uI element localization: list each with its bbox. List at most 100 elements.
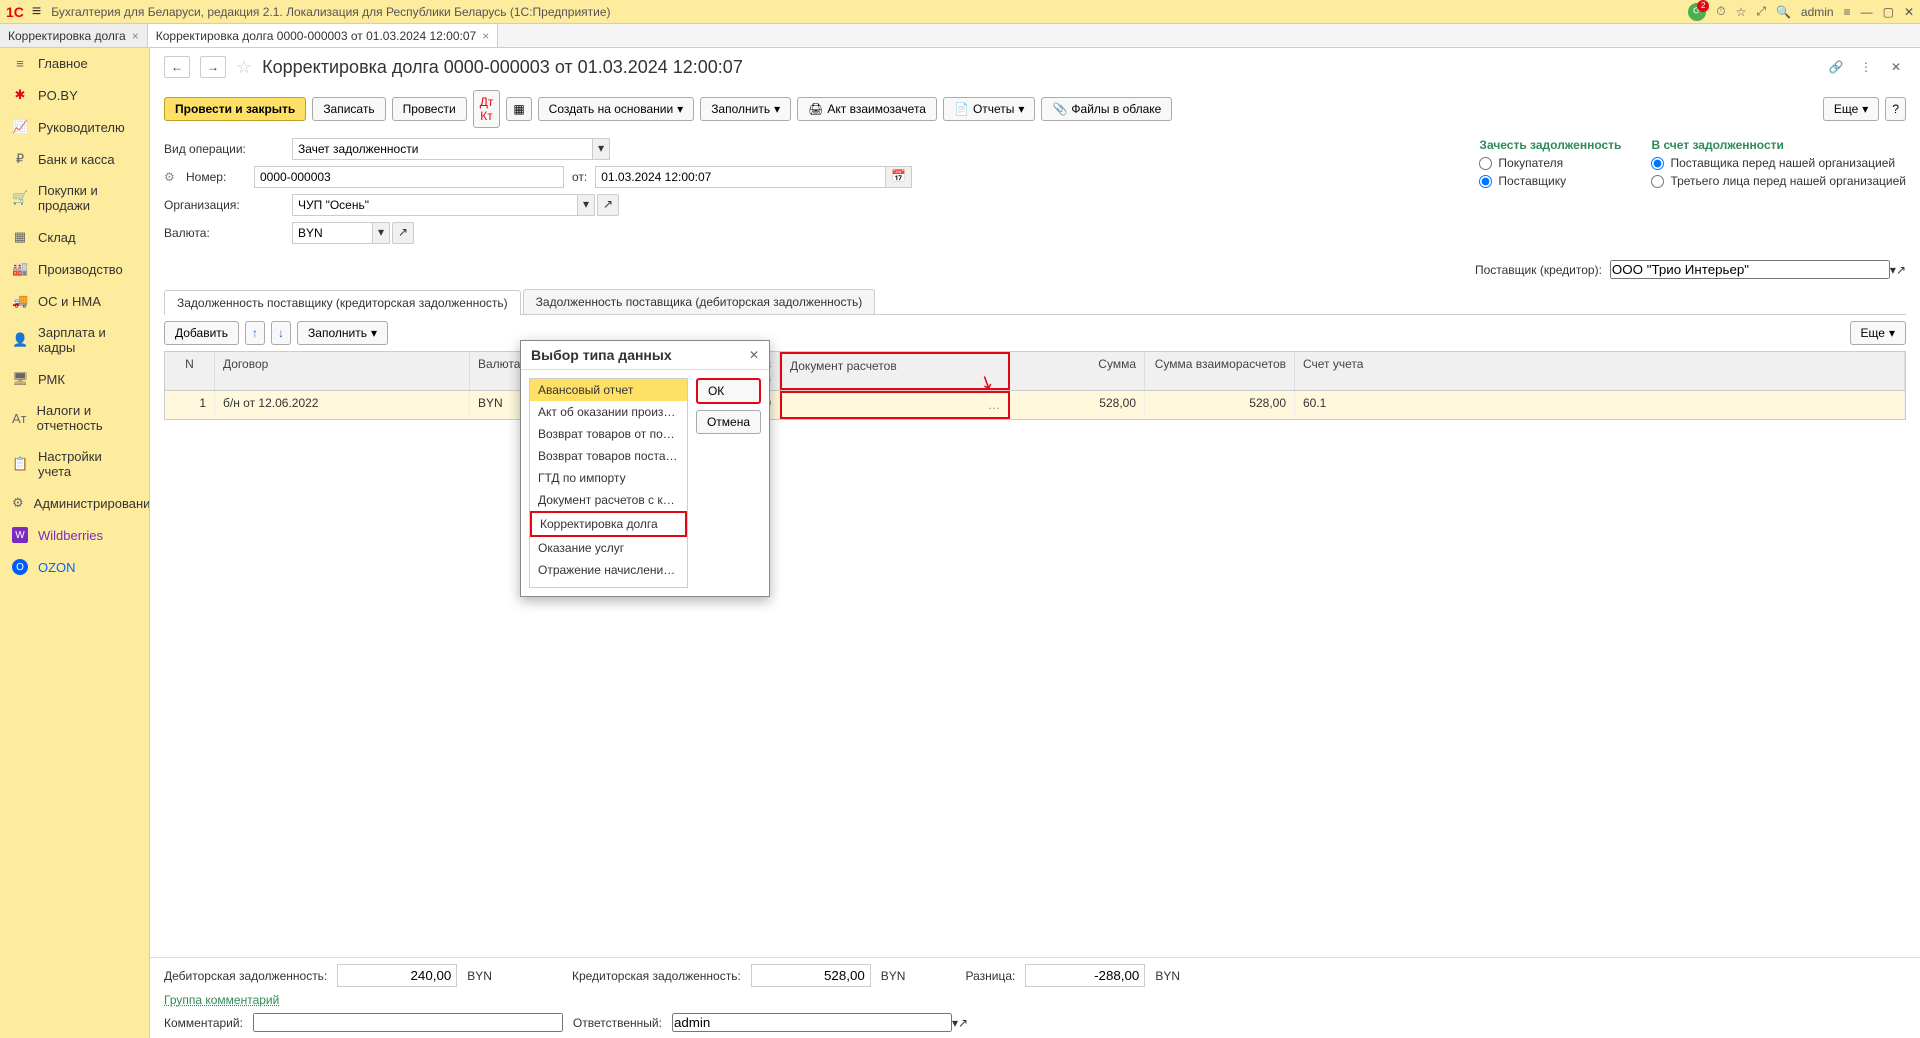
dropdown-icon[interactable]: ▾ (577, 194, 595, 216)
cred-input[interactable] (751, 964, 871, 987)
tab-correction[interactable]: Корректировка долга × (0, 24, 148, 47)
th-sum-settlements[interactable]: Сумма взаиморасчетов (1145, 352, 1295, 390)
act-button[interactable]: 🖨 Акт взаимозачета (797, 97, 937, 121)
op-input[interactable] (292, 138, 592, 160)
supplier-input[interactable] (1610, 260, 1890, 279)
ok-button[interactable]: ОК (696, 378, 761, 404)
list-item[interactable]: Отражение НДС к вычету (530, 581, 687, 588)
radio-supplier[interactable]: Поставщику (1479, 174, 1621, 188)
cur-input[interactable] (292, 222, 372, 244)
minimize-icon[interactable]: — (1861, 5, 1873, 19)
sidebar-item-sales[interactable]: 🛒Покупки и продажи (0, 175, 149, 221)
sidebar-item-admin[interactable]: ⚙Администрирование (0, 487, 149, 519)
more-icon[interactable]: ⋮ (1856, 60, 1876, 74)
sidebar-item-taxes[interactable]: АᴛНалоги и отчетность (0, 395, 149, 441)
th-contract[interactable]: Договор (215, 352, 470, 390)
move-down-button[interactable]: ↓ (271, 321, 291, 345)
sidebar-item-manager[interactable]: 📈Руководителю (0, 111, 149, 143)
link-icon[interactable]: 🔗 (1826, 60, 1846, 74)
th-n[interactable]: N (165, 352, 215, 390)
tab-close-icon[interactable]: × (132, 29, 139, 43)
modal-close-icon[interactable]: ✕ (749, 348, 759, 362)
open-icon[interactable]: ↗ (597, 194, 619, 216)
sidebar-item-production[interactable]: 🏭Производство (0, 253, 149, 285)
type-list[interactable]: Авансовый отчет Акт об оказании производ… (529, 378, 688, 588)
radio-our-org[interactable]: Поставщика перед нашей организацией (1651, 156, 1906, 170)
fill-button[interactable]: Заполнить ▾ (700, 97, 791, 121)
cancel-button[interactable]: Отмена (696, 410, 761, 434)
sidebar-item-rmk[interactable]: 🖥РМК (0, 363, 149, 395)
notification-icon[interactable]: ⟳2 (1688, 3, 1706, 21)
comment-input[interactable] (253, 1013, 563, 1032)
table-row[interactable]: 1 б/н от 12.06.2022 BYN 1,0000 … 528,00 … (165, 391, 1905, 419)
radio-buyer[interactable]: Покупателя (1479, 156, 1621, 170)
tab-correction-doc[interactable]: Корректировка долга 0000-000003 от 01.03… (148, 24, 498, 47)
star-icon[interactable]: ☆ (1736, 5, 1747, 19)
create-based-button[interactable]: Создать на основании ▾ (538, 97, 695, 121)
post-close-button[interactable]: Провести и закрыть (164, 97, 306, 121)
th-account[interactable]: Счет учета (1295, 352, 1905, 390)
th-sum[interactable]: Сумма (1010, 352, 1145, 390)
tab-creditor-debt[interactable]: Задолженность поставщику (кредиторская з… (164, 290, 521, 315)
list-item[interactable]: Документ расчетов с контраг... (530, 489, 687, 511)
cell-doc[interactable]: … (780, 391, 1010, 419)
files-button[interactable]: 📎 Файлы в облаке (1041, 97, 1172, 121)
ellipsis-icon[interactable]: … (988, 398, 1000, 412)
sidebar-item-wildberries[interactable]: WWildberries (0, 519, 149, 551)
post-button[interactable]: Провести (392, 97, 467, 121)
open-icon[interactable]: ↗ (392, 222, 414, 244)
dropdown-icon[interactable]: ▾ (592, 138, 610, 160)
list-item[interactable]: ГТД по импорту (530, 467, 687, 489)
menu-icon[interactable]: ≡ (32, 3, 41, 21)
cell-sum[interactable]: 528,00 (1010, 391, 1145, 419)
calendar-icon[interactable]: 📅 (885, 166, 912, 188)
help-button[interactable]: ? (1885, 97, 1906, 121)
tab-close-icon[interactable]: × (482, 29, 489, 43)
list-item[interactable]: Отражение начисления НДС (530, 559, 687, 581)
diff-input[interactable] (1025, 964, 1145, 987)
open-icon[interactable]: ↗ (958, 1016, 968, 1030)
history-icon[interactable]: ⏱ (1716, 4, 1725, 19)
nav-forward-button[interactable]: → (200, 56, 226, 78)
open-icon[interactable]: ↗ (1896, 263, 1906, 277)
cell-account[interactable]: 60.1 (1295, 391, 1905, 419)
more-table-button[interactable]: Еще ▾ (1850, 321, 1906, 345)
sidebar-item-assets[interactable]: 🚚ОС и НМА (0, 285, 149, 317)
cell-n[interactable]: 1 (165, 391, 215, 419)
reports-button[interactable]: 📄 Отчеты ▾ (943, 97, 1035, 121)
sidebar-item-ozon[interactable]: OOZON (0, 551, 149, 583)
add-button[interactable]: Добавить (164, 321, 239, 345)
fill-table-button[interactable]: Заполнить ▾ (297, 321, 388, 345)
close-page-icon[interactable]: ✕ (1886, 60, 1906, 74)
dropdown-icon[interactable]: ▾ (372, 222, 390, 244)
resp-input[interactable] (672, 1013, 952, 1032)
sidebar-item-settings[interactable]: 📋Настройки учета (0, 441, 149, 487)
date-input[interactable] (595, 166, 885, 188)
radio-third-party[interactable]: Третьего лица перед нашей организацией (1651, 174, 1906, 188)
link-icon[interactable]: ⤢ (1756, 4, 1766, 19)
grid-button[interactable]: ▦ (506, 97, 531, 121)
list-item[interactable]: Возврат товаров от покупателя (530, 423, 687, 445)
list-item[interactable]: Оказание услуг (530, 537, 687, 559)
th-settlement-doc[interactable]: Документ расчетов↘ (780, 352, 1010, 390)
move-up-button[interactable]: ↑ (245, 321, 265, 345)
maximize-icon[interactable]: ▢ (1883, 5, 1894, 19)
tab-debtor-debt[interactable]: Задолженность поставщика (дебиторская за… (523, 289, 876, 314)
list-item[interactable]: Возврат товаров поставщику (530, 445, 687, 467)
cell-sumv[interactable]: 528,00 (1145, 391, 1295, 419)
cell-contract[interactable]: б/н от 12.06.2022 (215, 391, 470, 419)
favorite-icon[interactable]: ☆ (236, 57, 252, 78)
sidebar-item-warehouse[interactable]: ▦Склад (0, 221, 149, 253)
settings-icon[interactable]: ≡ (1844, 5, 1851, 19)
gear-icon[interactable]: ⚙ (164, 170, 178, 184)
more-button[interactable]: Еще ▾ (1823, 97, 1879, 121)
search-icon[interactable]: 🔍 (1776, 5, 1791, 19)
num-input[interactable] (254, 166, 564, 188)
org-input[interactable] (292, 194, 577, 216)
dt-kt-button[interactable]: ДᴛКᴛ (473, 90, 501, 128)
comment-group-link[interactable]: Группа комментарий (164, 993, 279, 1007)
sidebar-item-poby[interactable]: ✱PO.BY (0, 79, 149, 111)
list-item-correction[interactable]: Корректировка долга (530, 511, 687, 537)
write-button[interactable]: Записать (312, 97, 385, 121)
list-item[interactable]: Авансовый отчет (530, 379, 687, 401)
